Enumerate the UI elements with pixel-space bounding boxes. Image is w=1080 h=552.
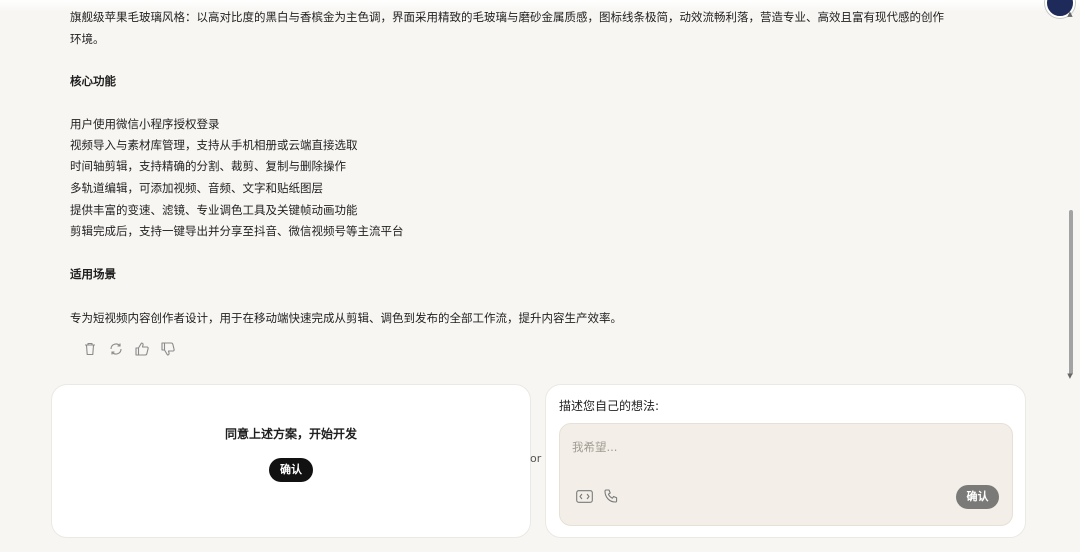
- thumbs-down-icon[interactable]: [160, 341, 176, 357]
- intro-text-line-2: 环境。: [70, 32, 105, 46]
- idea-input[interactable]: [572, 436, 992, 458]
- feature-item: 剪辑完成后，支持一键导出并分享至抖音、微信视频号等主流平台: [70, 224, 404, 238]
- refresh-icon[interactable]: [108, 341, 124, 357]
- trash-icon[interactable]: [82, 341, 98, 357]
- feature-item: 提供丰富的变速、滤镜、专业调色工具及关键帧动画功能: [70, 203, 358, 217]
- approve-plan-text: 同意上述方案，开始开发: [224, 427, 357, 441]
- scrollbar[interactable]: ▲ ▼: [1066, 10, 1074, 380]
- code-icon[interactable]: [576, 490, 593, 503]
- thumbs-up-icon[interactable]: [134, 341, 150, 357]
- or-divider-label: or: [530, 452, 542, 465]
- idea-confirm-button[interactable]: 确认: [956, 485, 999, 509]
- custom-idea-title: 描述您自己的想法:: [559, 399, 660, 413]
- scrollbar-thumb[interactable]: [1069, 210, 1073, 375]
- scroll-up-icon[interactable]: ▲: [1066, 10, 1074, 18]
- scenario-text: 专为短视频内容创作者设计，用于在移动端快速完成从剪辑、调色到发布的全部工作流，提…: [70, 311, 622, 325]
- idea-input-box: 确认: [559, 423, 1013, 526]
- approve-confirm-button[interactable]: 确认: [269, 458, 313, 482]
- feedback-actions: [82, 341, 176, 357]
- custom-idea-card: 描述您自己的想法: 确认: [545, 384, 1026, 538]
- feature-item: 用户使用微信小程序授权登录: [70, 117, 220, 131]
- feature-item: 时间轴剪辑，支持精确的分割、裁剪、复制与删除操作: [70, 159, 346, 173]
- scenario-heading: 适用场景: [70, 267, 116, 281]
- feature-item: 多轨道编辑，可添加视频、音频、文字和贴纸图层: [70, 181, 323, 195]
- core-features-heading: 核心功能: [70, 74, 116, 88]
- intro-text-line-1: 旗舰级苹果毛玻璃风格：以高对比度的黑白与香槟金为主色调，界面采用精致的毛玻璃与磨…: [70, 10, 944, 24]
- feature-item: 视频导入与素材库管理，支持从手机相册或云端直接选取: [70, 138, 358, 152]
- phone-icon[interactable]: [603, 488, 619, 504]
- approve-plan-card: 同意上述方案，开始开发 确认: [51, 384, 531, 538]
- scroll-down-icon[interactable]: ▼: [1066, 372, 1074, 380]
